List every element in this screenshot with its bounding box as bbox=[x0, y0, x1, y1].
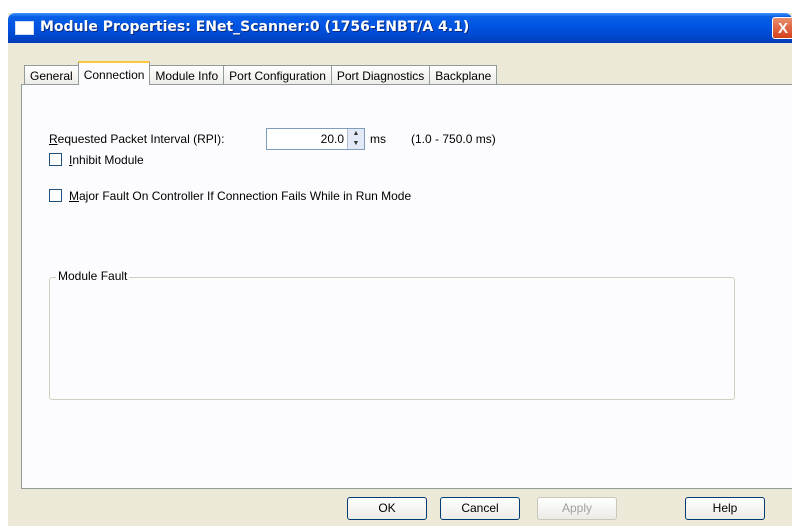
connection-tab-panel: Requested Packet Interval (RPI): 20.0 ▲ … bbox=[21, 84, 792, 489]
major-fault-checkbox[interactable] bbox=[49, 189, 62, 202]
window-icon bbox=[15, 21, 34, 35]
apply-button[interactable]: Apply bbox=[537, 497, 617, 520]
rpi-range: (1.0 - 750.0 ms) bbox=[411, 132, 496, 146]
tab-module-info[interactable]: Module Info bbox=[149, 65, 225, 85]
tab-strip: General Connection Module Info Port Configu… bbox=[24, 61, 498, 85]
spin-up-icon[interactable]: ▲ bbox=[348, 129, 364, 139]
close-icon: X bbox=[777, 20, 788, 37]
rpi-input[interactable]: 20.0 ▲ ▼ bbox=[266, 128, 365, 150]
inhibit-module-checkbox[interactable] bbox=[49, 153, 62, 166]
spin-down-icon[interactable]: ▼ bbox=[348, 139, 364, 149]
tab-backplane[interactable]: Backplane bbox=[429, 65, 498, 85]
module-fault-title: Module Fault bbox=[56, 269, 130, 283]
ok-button[interactable]: OK bbox=[347, 497, 427, 520]
tab-port-configuration[interactable]: Port Configuration bbox=[223, 65, 332, 85]
rpi-spinner[interactable]: ▲ ▼ bbox=[347, 129, 364, 149]
rpi-label: Requested Packet Interval (RPI): bbox=[49, 132, 225, 146]
module-fault-group: Module Fault bbox=[49, 269, 735, 400]
title-bar[interactable]: Module Properties: ENet_Scanner:0 (1756-… bbox=[8, 13, 792, 43]
close-button[interactable]: X bbox=[772, 17, 792, 39]
tab-general[interactable]: General bbox=[24, 65, 79, 85]
rpi-unit: ms bbox=[370, 132, 386, 146]
cancel-button[interactable]: Cancel bbox=[440, 497, 520, 520]
dialog-window: Module Properties: ENet_Scanner:0 (1756-… bbox=[8, 13, 792, 526]
major-fault-label[interactable]: Major Fault On Controller If Connection … bbox=[69, 189, 411, 203]
tab-connection[interactable]: Connection bbox=[77, 61, 151, 85]
rpi-value: 20.0 bbox=[320, 132, 344, 146]
window-title: Module Properties: ENet_Scanner:0 (1756-… bbox=[40, 19, 470, 35]
help-button[interactable]: Help bbox=[685, 497, 765, 520]
tab-port-diagnostics[interactable]: Port Diagnostics bbox=[330, 65, 431, 85]
inhibit-module-label[interactable]: Inhibit Module bbox=[69, 153, 144, 167]
